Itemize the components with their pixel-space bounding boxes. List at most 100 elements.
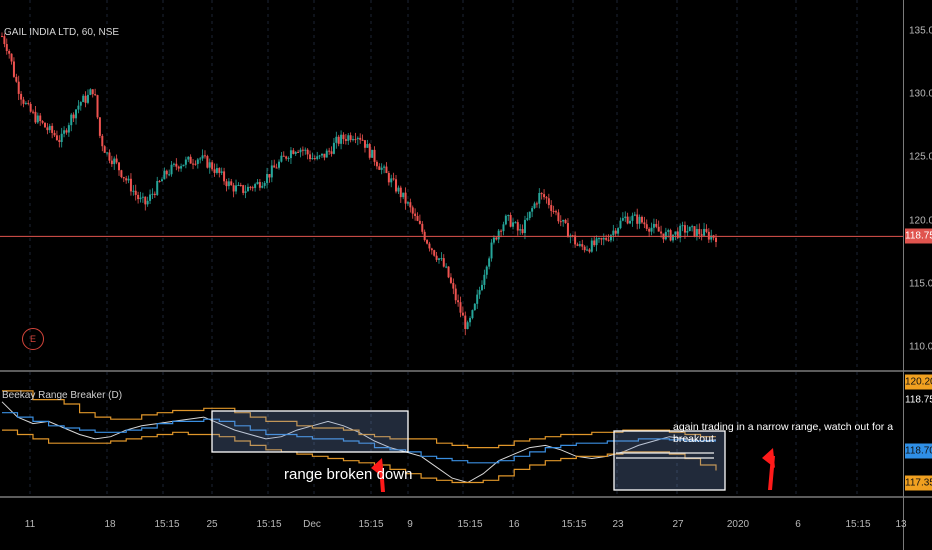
candle-body <box>354 139 357 141</box>
candle-body <box>466 322 469 329</box>
candle-body <box>636 214 639 224</box>
candle-body <box>48 125 51 131</box>
candle-body <box>652 223 655 228</box>
candle-body <box>643 222 646 225</box>
candle-body <box>406 202 409 204</box>
price-chart-canvas[interactable] <box>0 0 932 550</box>
candle-body <box>476 294 479 304</box>
candle-body <box>311 158 314 160</box>
time-axis-label: Dec <box>303 519 321 530</box>
price-axis-label: 125.00 <box>909 151 932 163</box>
candle-body <box>309 154 312 160</box>
candle-body <box>77 105 80 110</box>
red-arrow-2 <box>762 448 775 490</box>
candle-body <box>380 167 383 170</box>
candle-body <box>361 139 364 141</box>
time-axis-label: 2020 <box>726 519 750 530</box>
time-axis-label: 25 <box>206 519 218 530</box>
candle-body <box>523 219 526 234</box>
candle-body <box>564 219 567 224</box>
candle-body <box>686 231 689 233</box>
candle-body <box>373 149 376 162</box>
candle-body <box>633 214 636 216</box>
candle-body <box>578 244 581 246</box>
price-axis-label: 110.00 <box>909 341 932 353</box>
candle-body <box>629 220 632 224</box>
symbol-title: GAIL INDIA LTD, 60, NSE <box>4 27 120 38</box>
candle-body <box>199 158 202 160</box>
candle-body <box>445 266 448 268</box>
time-axis-label: 11 <box>24 519 36 530</box>
candle-body <box>557 212 560 222</box>
time-axis-label: 27 <box>672 519 684 530</box>
indicator-value-tag: 120.20 <box>905 374 932 390</box>
candle-body <box>638 216 641 224</box>
candle-body <box>242 185 245 193</box>
candle-body <box>51 125 54 133</box>
candle-body <box>535 203 538 205</box>
candle-body <box>328 150 331 152</box>
candle-body <box>301 149 304 151</box>
candle-body <box>347 135 350 141</box>
candle-body <box>122 177 125 179</box>
candle-body <box>583 246 586 251</box>
candle-body <box>34 111 37 123</box>
candle-body <box>118 162 121 171</box>
candle-body <box>621 218 624 221</box>
candle-body <box>363 140 366 148</box>
candle-body <box>32 111 35 113</box>
candle-body <box>356 137 359 140</box>
candle-body <box>430 248 433 251</box>
time-axis-label: 15:15 <box>845 519 871 530</box>
candle-body <box>624 216 627 219</box>
candle-body <box>581 244 584 247</box>
earnings-event-badge[interactable]: E <box>22 328 44 350</box>
candle-body <box>683 225 686 233</box>
candle-body <box>512 222 515 227</box>
time-axis-label: 9 <box>407 519 413 530</box>
candle-body <box>691 226 694 228</box>
candle-body <box>101 135 104 147</box>
candle-body <box>528 211 531 219</box>
candle-body <box>22 99 25 104</box>
candle-body <box>409 202 412 208</box>
indicator-value-tag: 117.35 <box>905 475 932 491</box>
candle-body <box>414 213 417 216</box>
time-axis-label: 15:15 <box>154 519 180 530</box>
candle-body <box>170 164 173 175</box>
candle-body <box>619 220 622 229</box>
candle-body <box>106 152 109 154</box>
candle-body <box>223 171 226 182</box>
candle-body <box>399 187 402 198</box>
candle-body <box>227 181 230 187</box>
candle-body <box>504 215 507 225</box>
candle-body <box>488 258 491 267</box>
candle-body <box>421 223 424 232</box>
candle-body <box>500 230 503 232</box>
candle-body <box>526 218 529 220</box>
candle-body <box>24 102 27 104</box>
candle-body <box>543 194 546 198</box>
candle-body <box>440 258 443 260</box>
candle-body <box>158 181 161 183</box>
candle-body <box>201 155 204 159</box>
candle-body <box>411 207 414 214</box>
candle-body <box>478 290 481 295</box>
candle-body <box>703 228 706 236</box>
candle-body <box>163 170 166 180</box>
candle-body <box>418 220 421 224</box>
candle-body <box>39 115 42 122</box>
candle-body <box>461 312 464 316</box>
candle-body <box>137 194 140 200</box>
candle-body <box>46 127 49 131</box>
candle-body <box>53 132 56 136</box>
candle-body <box>261 185 264 188</box>
candle-body <box>55 135 58 141</box>
candle-body <box>435 255 438 260</box>
candle-body <box>330 151 333 154</box>
candle-body <box>208 162 211 168</box>
candle-body <box>313 158 316 160</box>
candle-body <box>485 266 488 275</box>
candle-body <box>378 166 381 170</box>
candle-body <box>342 134 345 140</box>
